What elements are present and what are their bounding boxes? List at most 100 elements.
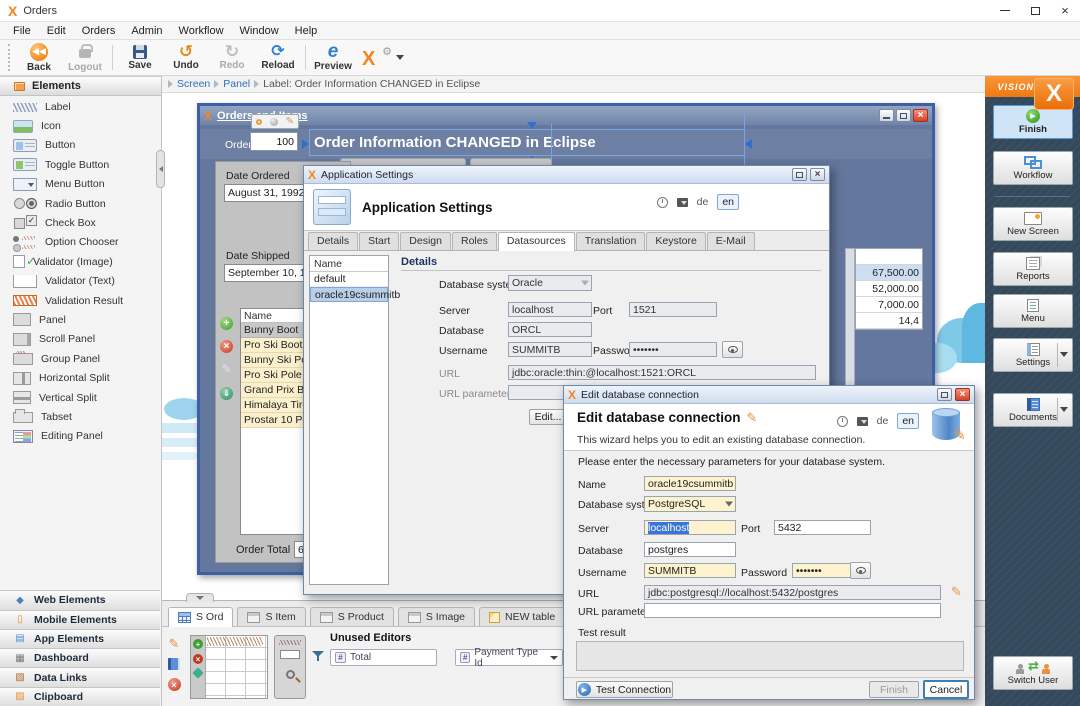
palette-item-vertical-split[interactable]: Vertical Split	[0, 388, 160, 407]
reports-button[interactable]: Reports	[993, 252, 1073, 286]
delete-icon[interactable]: ×	[168, 678, 181, 691]
reload-button[interactable]: ⟳Reload	[255, 40, 301, 75]
tab-s-product[interactable]: S Product	[310, 607, 394, 626]
edit-connection-titlebar[interactable]: X Edit database connection ×	[564, 386, 974, 404]
logout-button[interactable]: Logout	[62, 40, 108, 75]
section-data-links[interactable]: ▧Data Links	[0, 667, 160, 686]
palette-item-horizontal-split[interactable]: Horizontal Split	[0, 368, 160, 387]
tab-s-image[interactable]: S Image	[398, 607, 475, 626]
dialog-restore-button[interactable]	[937, 388, 952, 401]
mdi-close-button[interactable]: ×	[913, 109, 928, 122]
visionx-menu-button[interactable]: X⚙	[356, 40, 396, 75]
price-cell[interactable]	[856, 249, 922, 265]
test-connection-button[interactable]: ▶Test Connection	[576, 681, 673, 698]
menu-workflow[interactable]: Workflow	[172, 23, 231, 39]
database-system-combo[interactable]: PostgreSQL	[644, 496, 736, 512]
finish-button[interactable]: Finish	[869, 681, 919, 698]
tab-roles[interactable]: Roles	[452, 232, 497, 250]
flag-icon[interactable]	[857, 417, 868, 426]
order-id-field[interactable]: 100	[250, 132, 298, 151]
add-item-icon[interactable]: +	[220, 317, 233, 330]
back-button[interactable]: ◀◀Back	[16, 40, 62, 75]
chip-payment-type-id[interactable]: # Payment Type Id	[455, 649, 563, 666]
lang-en[interactable]: en	[897, 413, 919, 429]
tag-icon[interactable]	[192, 667, 203, 678]
menu-file[interactable]: File	[6, 23, 38, 39]
edit-pencil-icon[interactable]: ✎	[169, 637, 180, 650]
mini-editor-widget[interactable]	[274, 635, 306, 699]
palette-item-editing-panel[interactable]: Editing Panel	[0, 427, 160, 446]
delete-row-icon[interactable]: ×	[193, 654, 203, 664]
tab-email[interactable]: E-Mail	[707, 232, 755, 250]
breadcrumb-panel[interactable]: Panel	[223, 78, 250, 90]
pencil-icon[interactable]: ✎	[286, 117, 294, 127]
price-cell[interactable]: 52,000.00	[856, 281, 922, 297]
finish-button-panel[interactable]: ▶Finish	[993, 105, 1073, 139]
tab-datasources[interactable]: Datasources	[498, 232, 575, 251]
chevron-down-icon[interactable]	[1060, 352, 1068, 357]
selection-handle-left[interactable]	[302, 139, 309, 149]
palette-item-scroll-panel[interactable]: Scroll Panel	[0, 330, 160, 349]
dialog-restore-button[interactable]	[792, 168, 807, 181]
username-field[interactable]: SUMMITB	[644, 563, 736, 578]
palette-item-validation-result[interactable]: Validation Result	[0, 291, 160, 310]
export-icon[interactable]: ⇓	[220, 387, 233, 400]
add-row-icon[interactable]: +	[193, 639, 203, 649]
documents-button[interactable]: Documents	[993, 393, 1073, 427]
list-item[interactable]: default	[310, 272, 388, 287]
server-field[interactable]: localhost	[644, 520, 736, 535]
show-password-button[interactable]	[722, 341, 743, 358]
tab-keystore[interactable]: Keystore	[646, 232, 705, 250]
tab-design[interactable]: Design	[400, 232, 451, 250]
tab-translation[interactable]: Translation	[576, 232, 646, 250]
save-button[interactable]: Save	[117, 40, 163, 75]
price-cell[interactable]: 14,4	[856, 313, 922, 329]
tab-new-table[interactable]: NEW table	[479, 607, 565, 626]
section-web-elements[interactable]: ◆Web Elements	[0, 590, 160, 609]
dialog-close-button[interactable]: ×	[955, 388, 970, 401]
minimize-button[interactable]	[990, 0, 1020, 22]
new-screen-button[interactable]: New Screen	[993, 207, 1073, 241]
port-field[interactable]: 5432	[774, 520, 871, 535]
workflow-button[interactable]: Workflow	[993, 151, 1073, 185]
undo-button[interactable]: ↺Undo	[163, 40, 209, 75]
app-settings-titlebar[interactable]: X Application Settings ×	[304, 166, 829, 184]
close-button[interactable]: ×	[1050, 0, 1080, 22]
database-field[interactable]: postgres	[644, 542, 736, 557]
panel-collapse-handle[interactable]	[186, 593, 214, 602]
lang-en[interactable]: en	[717, 194, 739, 210]
lang-de[interactable]: de	[697, 196, 709, 208]
list-item-selected[interactable]: oracle19csummitb	[310, 287, 388, 302]
tab-s-item[interactable]: S Item	[237, 607, 305, 626]
edit-datasource-button[interactable]: Edit...	[529, 409, 567, 425]
settings-button[interactable]: Settings	[993, 338, 1073, 372]
notebook-icon[interactable]	[168, 658, 180, 670]
toolbar-dropdown[interactable]	[396, 40, 404, 75]
menu-edit[interactable]: Edit	[40, 23, 73, 39]
price-cell[interactable]: 67,500.00	[856, 265, 922, 281]
history-icon[interactable]	[837, 416, 848, 427]
redo-button[interactable]: ↻Redo	[209, 40, 255, 75]
tab-details[interactable]: Details	[308, 232, 358, 250]
breadcrumb-screen[interactable]: Screen	[177, 78, 210, 90]
visionx-logo-icon[interactable]: X	[1034, 78, 1074, 110]
orders-window-titlebar[interactable]: X Orders and Items ×	[200, 106, 932, 125]
palette-header[interactable]: Elements	[0, 76, 161, 96]
cancel-button[interactable]: Cancel	[923, 680, 969, 699]
palette-item-option-chooser[interactable]: Option Chooser	[0, 233, 160, 252]
palette-item-tabset[interactable]: Tabset	[0, 407, 160, 426]
password-field[interactable]: •••••••	[629, 342, 717, 357]
lang-de[interactable]: de	[877, 415, 889, 427]
palette-item-toggle-button[interactable]: Toggle Button	[0, 155, 160, 174]
edit-item-icon[interactable]: ✎	[220, 362, 233, 375]
url-field[interactable]: jdbc:oracle:thin:@localhost:1521:ORCL	[508, 365, 816, 380]
url-field[interactable]: jdbc:postgresql://localhost:5432/postgre…	[644, 585, 941, 600]
key-icon[interactable]	[256, 119, 262, 125]
section-app-elements[interactable]: ▤App Elements	[0, 629, 160, 648]
chevron-down-icon[interactable]	[1060, 407, 1068, 412]
sidebar-collapse-handle[interactable]	[156, 150, 165, 188]
mini-table-widget[interactable]: + ×	[190, 635, 268, 699]
database-field[interactable]: ORCL	[508, 322, 592, 337]
palette-item-group-panel[interactable]: Group Panel	[0, 349, 160, 368]
selection-handle-top[interactable]	[527, 122, 537, 129]
